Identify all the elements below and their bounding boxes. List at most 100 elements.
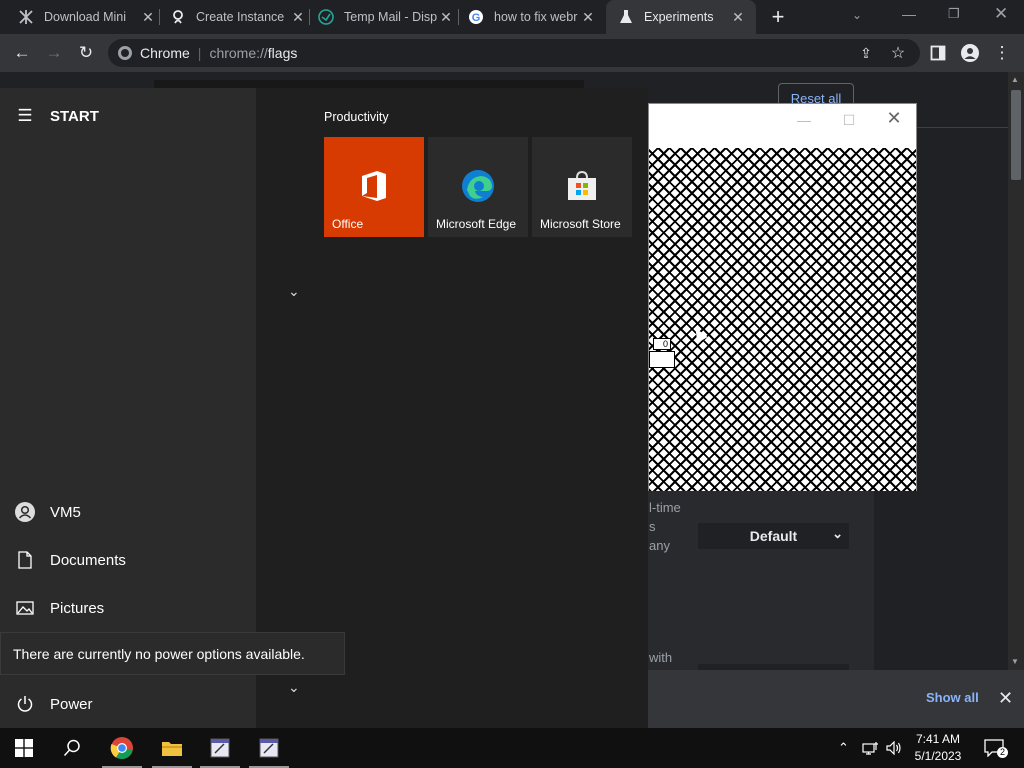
taskbar-app-1[interactable]: [196, 728, 244, 768]
start-item-label: Pictures: [50, 599, 105, 617]
power-tooltip: There are currently no power options ava…: [0, 632, 345, 675]
tab-separator: [159, 9, 160, 25]
taskbar-chrome[interactable]: [98, 728, 146, 768]
action-center-button[interactable]: 2: [984, 728, 1009, 768]
app-window-icon: [210, 738, 230, 758]
tab-temp-mail[interactable]: Temp Mail - Disp ✕: [318, 0, 454, 34]
start-item-documents[interactable]: Documents: [0, 536, 256, 584]
network-icon[interactable]: [862, 728, 880, 768]
start-item-label: Power: [50, 695, 93, 713]
tab-create-instance[interactable]: Create Instance ✕: [170, 0, 306, 34]
minimize-icon[interactable]: —: [789, 112, 819, 132]
google-icon: G: [468, 9, 484, 25]
minimize-icon[interactable]: —: [902, 6, 916, 22]
omnibox-separator: |: [197, 45, 202, 61]
close-tab-icon[interactable]: ✕: [580, 9, 596, 26]
windows-start-button[interactable]: [0, 728, 48, 768]
pattern-window[interactable]: — ☐ ✕ 0: [648, 103, 917, 491]
url-path: flags: [267, 45, 298, 61]
tile-microsoft-edge[interactable]: Microsoft Edge: [428, 137, 528, 237]
tab-strip: Download Mini ✕ Create Instance ✕ Temp M…: [0, 0, 1024, 34]
tile-label: Microsoft Store: [540, 217, 621, 231]
edge-icon: [428, 169, 528, 203]
start-item-user[interactable]: VM5: [0, 488, 256, 536]
address-bar[interactable]: Chrome | chrome:// flags: [108, 39, 920, 67]
browser-toolbar: ← → ↻ Chrome | chrome:// flags ⇪ ☆ ⋮: [0, 34, 1024, 72]
new-tab-button[interactable]: +: [766, 5, 790, 29]
start-label: START: [50, 107, 99, 125]
close-download-bar-icon[interactable]: ✕: [998, 688, 1013, 709]
flag-card: [648, 490, 874, 670]
taskbar-app-2[interactable]: [245, 728, 293, 768]
tab-separator: [309, 9, 310, 25]
menu-kebab-icon[interactable]: ⋮: [986, 34, 1018, 72]
flag-select-value: Default: [749, 528, 798, 544]
tile-microsoft-store[interactable]: Microsoft Store: [532, 137, 632, 237]
start-menu-header[interactable]: ☰ START: [0, 92, 256, 140]
close-tab-icon[interactable]: ✕: [290, 9, 306, 26]
taskbar: ⌃ 7:41 AM 5/1/2023 2: [0, 728, 1024, 768]
start-item-pictures[interactable]: Pictures: [0, 584, 256, 632]
tile-label: Microsoft Edge: [436, 217, 517, 231]
forward-icon[interactable]: →: [38, 34, 70, 72]
search-icon: [63, 739, 80, 757]
small-box[interactable]: [649, 351, 675, 368]
scroll-down-icon[interactable]: ▼: [1011, 657, 1019, 666]
scrollbar-thumb[interactable]: [1011, 90, 1021, 180]
hamburger-icon[interactable]: ☰: [0, 106, 50, 126]
flag-description-fragment: with: [649, 650, 673, 665]
tab-search-icon[interactable]: ⌄: [852, 8, 862, 22]
close-window-icon[interactable]: ✕: [994, 4, 1008, 24]
scroll-up-icon[interactable]: ▲: [1011, 75, 1019, 84]
close-tab-icon[interactable]: ✕: [730, 9, 746, 26]
user-icon: [0, 502, 50, 522]
tab-download-mini[interactable]: Download Mini ✕: [18, 0, 156, 34]
clock-time: 7:41 AM: [915, 732, 961, 746]
url-prefix: chrome://: [209, 45, 268, 61]
small-textbox[interactable]: 0: [653, 338, 671, 350]
flag-description-fragment: s: [649, 519, 656, 534]
share-icon[interactable]: ⇪: [850, 34, 882, 72]
side-panel-icon[interactable]: [922, 34, 954, 72]
chrome-icon: [110, 737, 133, 760]
close-tab-icon[interactable]: ✕: [438, 9, 454, 26]
tempmail-icon: [318, 9, 334, 25]
window-titlebar[interactable]: — ☐ ✕: [649, 104, 916, 148]
taskbar-clock[interactable]: 7:41 AM 5/1/2023: [900, 731, 976, 765]
flag-description-fragment: l-time: [649, 500, 681, 515]
tile-office[interactable]: Office: [324, 137, 424, 237]
tab-experiments[interactable]: Experiments ✕: [606, 0, 756, 34]
flag-select[interactable]: Default ⌄: [698, 523, 849, 549]
reload-icon[interactable]: ↻: [70, 34, 102, 72]
store-icon: [532, 169, 632, 203]
maximize-icon[interactable]: ☐: [834, 112, 864, 132]
site-label: Chrome: [140, 45, 190, 61]
tab-how-to-fix[interactable]: G how to fix webr ✕: [468, 0, 596, 34]
start-item-label: Documents: [50, 551, 126, 569]
app-window-icon: [259, 738, 279, 758]
restore-icon[interactable]: ❐: [948, 6, 960, 22]
back-icon[interactable]: ←: [6, 34, 38, 72]
folder-icon: [162, 742, 182, 756]
close-icon[interactable]: ✕: [879, 108, 909, 128]
show-all-button[interactable]: Show all: [926, 690, 979, 705]
start-item-power[interactable]: Power: [0, 680, 256, 728]
close-tab-icon[interactable]: ✕: [140, 9, 156, 26]
person-icon: [170, 9, 186, 25]
clock-date: 5/1/2023: [914, 749, 962, 763]
office-icon: [324, 169, 424, 203]
document-icon: [0, 551, 50, 569]
bookmark-star-icon[interactable]: ☆: [882, 34, 914, 72]
taskbar-file-explorer[interactable]: [148, 728, 196, 768]
windows-logo-icon: [15, 739, 33, 757]
tile-group-label: Productivity: [324, 110, 389, 124]
pictures-icon: [0, 601, 50, 615]
flag-description-fragment: any: [649, 538, 670, 553]
notification-count-badge: 2: [997, 747, 1009, 758]
show-hidden-icons-chevron-up-icon[interactable]: ⌃: [838, 728, 849, 768]
chevron-down-icon[interactable]: ⌄: [288, 283, 300, 300]
search-button[interactable]: [48, 728, 96, 768]
start-item-label: VM5: [50, 503, 81, 521]
profile-icon[interactable]: [954, 34, 986, 72]
chevron-down-icon[interactable]: ⌄: [288, 679, 300, 696]
